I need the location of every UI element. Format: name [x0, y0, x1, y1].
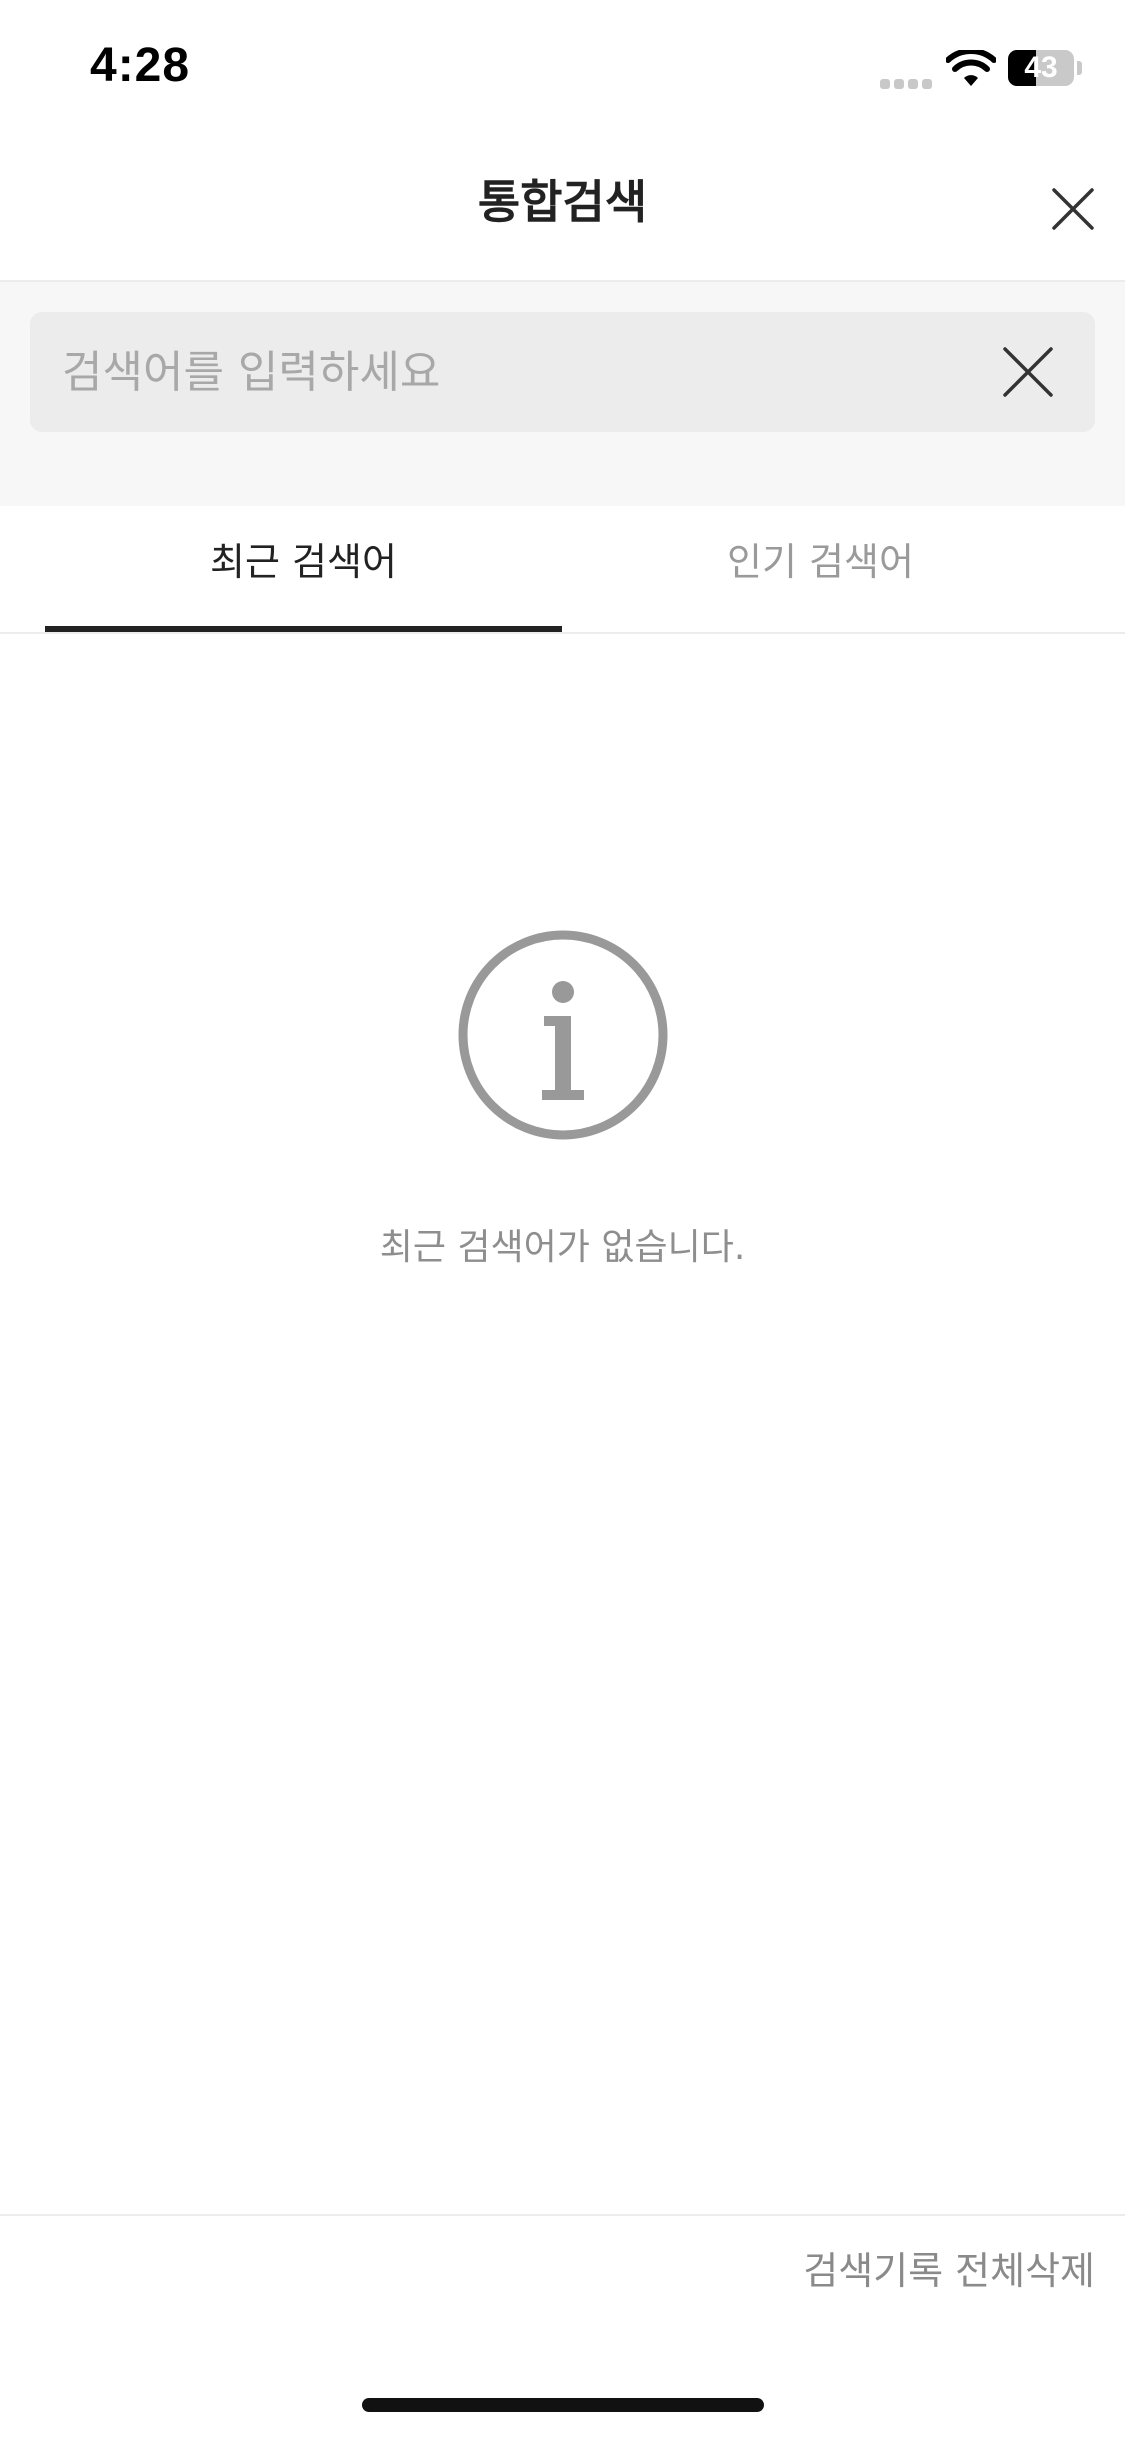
page-title: 통합검색 — [477, 175, 648, 229]
search-tabs: 최근 검색어 인기 검색어 — [0, 506, 1125, 634]
tab-popular-searches[interactable]: 인기 검색어 — [562, 506, 1079, 632]
close-icon[interactable] — [1050, 186, 1096, 232]
battery-icon: 43 — [1008, 50, 1074, 86]
empty-state-message: 최근 검색어가 없습니다. — [379, 1227, 746, 1268]
delete-all-history-button[interactable]: 검색기록 전체삭제 — [803, 2240, 1095, 2295]
battery-cap — [1077, 61, 1082, 75]
clear-search-icon[interactable] — [1002, 346, 1054, 398]
active-tab-indicator — [45, 626, 562, 632]
tab-recent-searches[interactable]: 최근 검색어 — [45, 506, 562, 632]
battery-label: 43 — [1024, 51, 1058, 84]
search-input[interactable] — [62, 312, 962, 432]
info-icon — [458, 930, 668, 1140]
search-area — [0, 282, 1125, 506]
status-bar: 4:28 43 — [0, 0, 1125, 130]
cellular-signal-icon — [880, 74, 936, 89]
header: 통합검색 — [0, 130, 1125, 282]
wifi-icon — [946, 50, 996, 86]
status-time: 4:28 — [90, 39, 191, 92]
home-indicator — [362, 2398, 764, 2412]
search-box — [30, 312, 1095, 432]
